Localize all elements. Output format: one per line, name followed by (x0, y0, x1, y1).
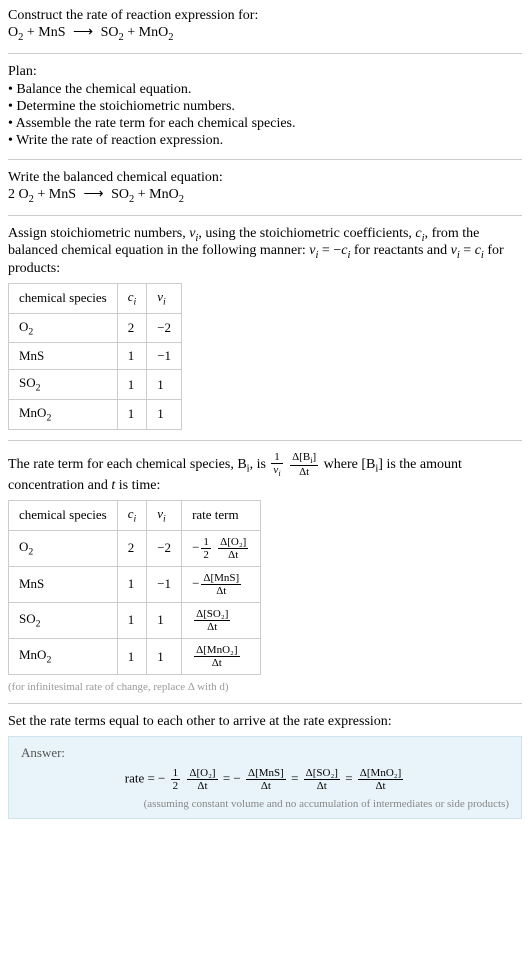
plan-item: • Write the rate of reaction expression. (8, 133, 522, 149)
table-header-row: chemical species ci νi rate term (9, 500, 261, 530)
table-row: MnO2 1 1 Δ[MnO₂]Δt (9, 639, 261, 675)
cell-rateterm: −12 Δ[O₂]Δt (182, 530, 261, 566)
table-row: MnO211 (9, 399, 182, 429)
table-row: MnS 1 −1 −Δ[MnS]Δt (9, 566, 261, 602)
cell-nui: 1 (147, 639, 182, 675)
col-nui: νi (147, 500, 182, 530)
plan-bullets: • Balance the chemical equation. • Deter… (8, 82, 522, 149)
species-mns: MnS (38, 25, 65, 40)
cell-rateterm: Δ[MnO₂]Δt (182, 639, 261, 675)
col-nui: νi (147, 284, 182, 314)
reaction-equation: O2 + MnS ⟶ SO2 + MnO2 (8, 24, 522, 43)
arrow-icon: ⟶ (84, 187, 104, 202)
col-species: chemical species (9, 500, 118, 530)
answer-box: Answer: rate = − 12 Δ[O₂]Δt = − Δ[MnS]Δt… (8, 736, 522, 819)
stoich-section: Assign stoichiometric numbers, νi, using… (8, 226, 522, 430)
species-o2: O2 (8, 25, 23, 40)
divider (8, 53, 522, 54)
cell-species: MnO2 (9, 639, 118, 675)
plan-item: • Assemble the rate term for each chemic… (8, 116, 522, 132)
rate-expression: rate = − 12 Δ[O₂]Δt = − Δ[MnS]Δt = Δ[SO₂… (21, 767, 509, 792)
cell-species: SO2 (9, 602, 118, 638)
divider (8, 440, 522, 441)
arrow-icon: ⟶ (73, 25, 93, 40)
fraction: 1νi (271, 451, 282, 478)
prompt-section: Construct the rate of reaction expressio… (8, 8, 522, 43)
cell-ci: 1 (117, 370, 147, 400)
species-mno2: MnO2 (139, 25, 174, 40)
plan-title: Plan: (8, 64, 522, 80)
plan-item: • Balance the chemical equation. (8, 82, 522, 98)
col-ci: ci (117, 284, 147, 314)
answer-label: Answer: (21, 745, 509, 761)
table-row: SO2 1 1 Δ[SO₂]Δt (9, 602, 261, 638)
cell-species: MnS (9, 343, 118, 370)
plan-section: Plan: • Balance the chemical equation. •… (8, 64, 522, 149)
plan-item: • Determine the stoichiometric numbers. (8, 99, 522, 115)
cell-rateterm: −Δ[MnS]Δt (182, 566, 261, 602)
cell-ci: 2 (117, 530, 147, 566)
col-ci: ci (117, 500, 147, 530)
cell-nui: 1 (147, 602, 182, 638)
rateterm-table: chemical species ci νi rate term O2 2 −2… (8, 500, 261, 675)
coef: 2 (8, 187, 19, 202)
species-so2: SO2 (101, 25, 124, 40)
final-section: Set the rate terms equal to each other t… (8, 714, 522, 819)
cell-nui: −2 (147, 313, 182, 343)
balanced-section: Write the balanced chemical equation: 2 … (8, 170, 522, 205)
plus: + (37, 187, 48, 202)
cell-nui: 1 (147, 399, 182, 429)
fraction: Δ[Bi]Δt (290, 451, 318, 478)
balanced-equation: 2 O2 + MnS ⟶ SO2 + MnO2 (8, 186, 522, 205)
cell-rateterm: Δ[SO₂]Δt (182, 602, 261, 638)
cell-nui: −2 (147, 530, 182, 566)
table-row: SO211 (9, 370, 182, 400)
final-title: Set the rate terms equal to each other t… (8, 714, 522, 730)
species-o2: O2 (19, 187, 34, 202)
stoich-table: chemical species ci νi O22−2 MnS1−1 SO21… (8, 283, 182, 429)
answer-note: (assuming constant volume and no accumul… (21, 798, 509, 810)
cell-ci: 1 (117, 566, 147, 602)
stoich-intro: Assign stoichiometric numbers, νi, using… (8, 226, 522, 278)
cell-species: SO2 (9, 370, 118, 400)
plus: + (127, 25, 138, 40)
cell-species: O2 (9, 313, 118, 343)
rateterm-footnote: (for infinitesimal rate of change, repla… (8, 681, 522, 693)
cell-ci: 1 (117, 399, 147, 429)
cell-ci: 1 (117, 639, 147, 675)
rateterm-section: The rate term for each chemical species,… (8, 451, 522, 694)
cell-species: MnS (9, 566, 118, 602)
plus: + (27, 25, 38, 40)
cell-nui: 1 (147, 370, 182, 400)
cell-species: O2 (9, 530, 118, 566)
cell-ci: 1 (117, 602, 147, 638)
cell-ci: 2 (117, 313, 147, 343)
table-row: O22−2 (9, 313, 182, 343)
plus: + (138, 187, 149, 202)
balanced-title: Write the balanced chemical equation: (8, 170, 522, 186)
rateterm-intro: The rate term for each chemical species,… (8, 451, 522, 494)
cell-ci: 1 (117, 343, 147, 370)
species-so2: SO2 (111, 187, 134, 202)
cell-nui: −1 (147, 566, 182, 602)
species-mns: MnS (49, 187, 76, 202)
col-rateterm: rate term (182, 500, 261, 530)
divider (8, 159, 522, 160)
table-row: O2 2 −2 −12 Δ[O₂]Δt (9, 530, 261, 566)
divider (8, 703, 522, 704)
col-species: chemical species (9, 284, 118, 314)
cell-species: MnO2 (9, 399, 118, 429)
prompt-text: Construct the rate of reaction expressio… (8, 8, 522, 24)
cell-nui: −1 (147, 343, 182, 370)
divider (8, 215, 522, 216)
species-mno2: MnO2 (149, 187, 184, 202)
table-header-row: chemical species ci νi (9, 284, 182, 314)
table-row: MnS1−1 (9, 343, 182, 370)
